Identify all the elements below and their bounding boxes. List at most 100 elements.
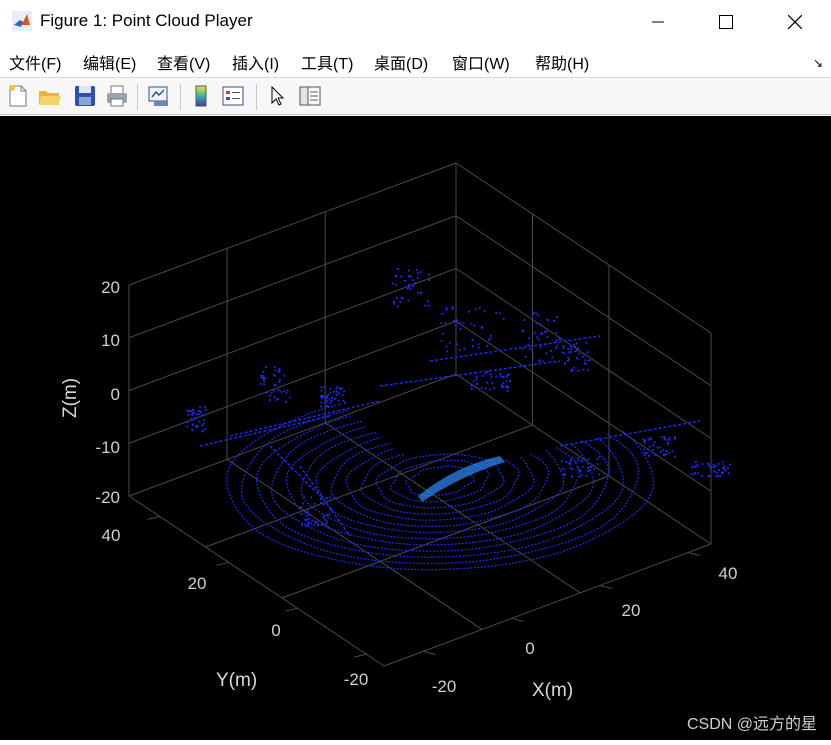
grid-line <box>455 162 712 334</box>
point <box>694 472 696 475</box>
menu-help[interactable]: 帮助(H) <box>535 50 589 74</box>
point <box>408 283 410 286</box>
point <box>642 438 645 441</box>
point <box>555 347 558 349</box>
point <box>265 366 267 368</box>
point <box>714 464 717 467</box>
menu-window[interactable]: 窗口(W) <box>452 50 510 74</box>
close-button[interactable] <box>772 0 818 44</box>
menu-tools[interactable]: 工具(T) <box>301 50 353 74</box>
point <box>581 465 584 468</box>
point <box>270 391 273 394</box>
point <box>273 366 276 368</box>
point <box>445 345 448 348</box>
menu-file[interactable]: 文件(F) <box>9 50 61 74</box>
point <box>303 496 305 499</box>
dock-arrow-icon[interactable]: ↘ <box>813 56 823 70</box>
point <box>274 369 277 372</box>
menu-edit[interactable]: 编辑(E) <box>83 50 136 74</box>
point <box>712 463 715 466</box>
point <box>203 419 205 422</box>
point <box>532 356 534 359</box>
point <box>324 519 326 521</box>
point <box>582 368 585 371</box>
point <box>204 413 206 416</box>
point <box>547 319 549 322</box>
figure-canvas[interactable]: 20 10 0 -10 -20 -20 0 20 40 -20 0 20 40 X(m) Y(m) Z(… <box>0 116 831 740</box>
open-file-icon[interactable] <box>37 83 63 109</box>
point <box>644 442 646 444</box>
tick-mark <box>423 650 436 655</box>
point <box>728 472 730 475</box>
point <box>647 448 649 451</box>
point <box>536 336 538 339</box>
point <box>507 386 510 389</box>
point <box>300 506 303 508</box>
point <box>272 373 275 376</box>
point <box>573 343 575 346</box>
point <box>570 348 573 350</box>
link-plot-icon[interactable] <box>146 83 172 109</box>
point <box>280 390 283 393</box>
title-bar[interactable]: Figure 1: Point Cloud Player <box>0 0 831 44</box>
point <box>427 304 430 307</box>
point <box>587 458 590 461</box>
point <box>652 444 655 446</box>
point <box>198 413 201 416</box>
point <box>328 398 331 401</box>
point <box>260 383 262 385</box>
point <box>561 468 563 470</box>
point <box>307 523 309 525</box>
point <box>480 387 483 389</box>
point <box>334 397 337 400</box>
maximize-button[interactable] <box>703 0 749 44</box>
menu-desktop[interactable]: 桌面(D) <box>374 50 428 74</box>
point <box>489 337 492 340</box>
menu-insert[interactable]: 插入(I) <box>232 50 279 74</box>
point <box>319 498 322 500</box>
figure-toolbar <box>0 77 831 115</box>
point <box>666 443 669 445</box>
point <box>313 502 316 505</box>
point <box>539 346 542 348</box>
point <box>584 353 586 356</box>
point <box>546 330 548 333</box>
point <box>462 322 465 324</box>
menu-view[interactable]: 查看(V) <box>157 50 210 74</box>
new-figure-icon[interactable] <box>5 83 31 109</box>
point <box>325 397 328 400</box>
point <box>701 463 704 466</box>
point <box>695 461 697 463</box>
point <box>327 406 330 408</box>
print-icon[interactable] <box>104 83 130 109</box>
point <box>326 395 329 398</box>
point <box>314 520 317 523</box>
point <box>320 389 323 392</box>
point <box>570 459 572 461</box>
point <box>538 360 541 363</box>
x-tick-label: 0 <box>525 639 534 658</box>
point <box>506 390 509 392</box>
property-editor-icon[interactable] <box>297 83 323 109</box>
point <box>333 390 335 393</box>
point-cloud-axes[interactable]: 20 10 0 -10 -20 -20 0 20 40 -20 0 20 40 X(m) Y(m) Z(… <box>0 116 831 740</box>
point <box>576 349 578 352</box>
point <box>427 300 429 303</box>
point <box>331 397 333 399</box>
point <box>459 328 462 330</box>
insert-legend-icon[interactable] <box>220 83 246 109</box>
point <box>499 312 501 315</box>
point <box>416 277 419 279</box>
point <box>500 384 503 386</box>
point <box>440 322 443 324</box>
point <box>577 347 579 350</box>
point <box>408 275 411 278</box>
point <box>393 303 395 305</box>
point <box>322 503 325 506</box>
save-icon[interactable] <box>72 83 98 109</box>
edit-plot-pointer-icon[interactable] <box>265 83 291 109</box>
point <box>653 441 656 444</box>
minimize-button[interactable] <box>635 0 681 44</box>
point <box>283 390 286 393</box>
insert-colorbar-icon[interactable] <box>188 83 214 109</box>
